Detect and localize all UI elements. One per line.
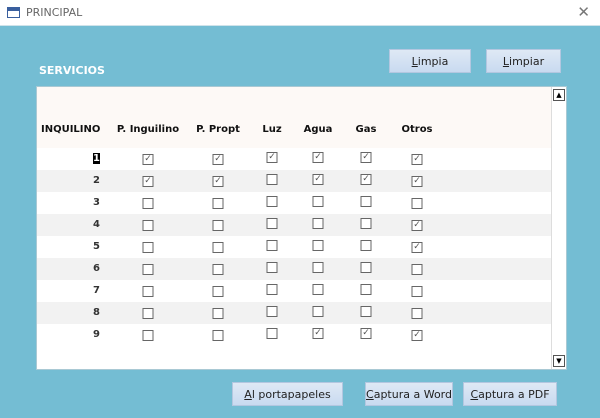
checkbox-agua[interactable]	[312, 284, 324, 295]
column-header: Gas	[355, 124, 377, 135]
checkbox-p-propt[interactable]	[212, 242, 224, 253]
inquilino-id[interactable]: 1	[93, 153, 100, 164]
table-row: 8	[37, 302, 552, 324]
inquilino-id[interactable]: 7	[93, 285, 100, 296]
scroll-down-icon[interactable]: ▼	[553, 355, 565, 367]
checkbox-luz[interactable]	[266, 196, 278, 207]
table-row: 3	[37, 192, 552, 214]
table-row: 5 ✓	[37, 236, 552, 258]
inquilino-id[interactable]: 8	[93, 307, 100, 318]
checkbox-gas[interactable]	[360, 306, 372, 317]
checkbox-p-propt[interactable]: ✓	[212, 176, 224, 187]
window-title: PRINCIPAL	[26, 6, 83, 19]
checkbox-agua[interactable]	[312, 262, 324, 273]
checkbox-agua[interactable]	[312, 218, 324, 229]
checkbox-agua[interactable]	[312, 240, 324, 251]
checkbox-gas[interactable]	[360, 262, 372, 273]
inquilino-id[interactable]: 3	[93, 197, 100, 208]
checkbox-p-inguilino[interactable]	[142, 264, 154, 275]
table-row: 2 ✓ ✓ ✓ ✓ ✓	[37, 170, 552, 192]
checkbox-luz[interactable]	[266, 262, 278, 273]
checkbox-p-inguilino[interactable]	[142, 286, 154, 297]
checkbox-otros[interactable]: ✓	[411, 220, 423, 231]
limpia-button[interactable]: Limpia	[389, 49, 471, 73]
checkbox-otros[interactable]: ✓	[411, 242, 423, 253]
column-header: P. Propt	[196, 124, 240, 135]
checkbox-p-inguilino[interactable]	[142, 220, 154, 231]
scroll-up-icon[interactable]: ▲	[553, 89, 565, 101]
checkbox-agua[interactable]: ✓	[312, 174, 324, 185]
checkbox-luz[interactable]: ✓	[266, 152, 278, 163]
checkbox-luz[interactable]	[266, 240, 278, 251]
checkbox-p-propt[interactable]	[212, 308, 224, 319]
checkbox-p-propt[interactable]: ✓	[212, 154, 224, 165]
checkbox-p-inguilino[interactable]	[142, 198, 154, 209]
checkbox-otros[interactable]	[411, 308, 423, 319]
inquilino-id[interactable]: 9	[93, 329, 100, 340]
checkbox-luz[interactable]	[266, 306, 278, 317]
checkbox-gas[interactable]: ✓	[360, 328, 372, 339]
checkbox-otros[interactable]	[411, 264, 423, 275]
checkbox-gas[interactable]: ✓	[360, 174, 372, 185]
capture-pdf-button[interactable]: Captura a PDF	[463, 382, 557, 406]
checkbox-p-propt[interactable]	[212, 330, 224, 341]
checkbox-p-propt[interactable]	[212, 198, 224, 209]
checkbox-gas[interactable]: ✓	[360, 152, 372, 163]
table-row: 4 ✓	[37, 214, 552, 236]
inquilino-id[interactable]: 5	[93, 241, 100, 252]
checkbox-otros[interactable]: ✓	[411, 154, 423, 165]
pdf-label: Captura a PDF	[470, 387, 550, 401]
checkbox-p-propt[interactable]	[212, 286, 224, 297]
word-label: Captura a Word	[366, 387, 452, 401]
checkbox-otros[interactable]: ✓	[411, 330, 423, 341]
column-header: Agua	[303, 124, 333, 135]
checkbox-gas[interactable]	[360, 196, 372, 207]
checkbox-agua[interactable]: ✓	[312, 152, 324, 163]
inquilino-id[interactable]: 6	[93, 263, 100, 274]
inquilino-id[interactable]: 2	[93, 175, 100, 186]
copy-to-clipboard-button[interactable]: Al portapapeles	[232, 382, 343, 406]
checkbox-p-inguilino[interactable]: ✓	[142, 176, 154, 187]
checkbox-luz[interactable]	[266, 328, 278, 339]
title-bar: PRINCIPAL ✕	[0, 0, 600, 26]
grid-header: INQUILINO P. Inguilino P. Propt Luz Agua Gas O…	[37, 87, 552, 148]
checkbox-gas[interactable]	[360, 240, 372, 251]
checkbox-luz[interactable]	[266, 218, 278, 229]
inquilino-id[interactable]: 4	[93, 219, 100, 230]
capture-word-button[interactable]: Captura a Word	[365, 382, 453, 406]
column-header: Otros	[401, 124, 433, 135]
checkbox-p-inguilino[interactable]: ✓	[142, 154, 154, 165]
limpiar-button[interactable]: Limpiar	[486, 49, 561, 73]
checkbox-p-propt[interactable]	[212, 264, 224, 275]
table-row: 6	[37, 258, 552, 280]
checkbox-luz[interactable]	[266, 174, 278, 185]
vertical-scrollbar[interactable]: ▲ ▼	[551, 87, 566, 369]
close-icon[interactable]: ✕	[577, 3, 590, 21]
checkbox-luz[interactable]	[266, 284, 278, 295]
checkbox-otros[interactable]: ✓	[411, 176, 423, 187]
table-row: 7	[37, 280, 552, 302]
checkbox-otros[interactable]	[411, 286, 423, 297]
checkbox-p-inguilino[interactable]	[142, 308, 154, 319]
column-header: P. Inguilino	[116, 124, 180, 135]
table-row: 9 ✓ ✓ ✓	[37, 324, 552, 346]
clipboard-label: Al portapapeles	[244, 387, 331, 401]
checkbox-gas[interactable]	[360, 284, 372, 295]
checkbox-p-propt[interactable]	[212, 220, 224, 231]
section-label: SERVICIOS	[39, 64, 105, 77]
services-grid: INQUILINO P. Inguilino P. Propt Luz Agua Gas O…	[36, 86, 567, 370]
checkbox-agua[interactable]	[312, 306, 324, 317]
limpiar-label: Limpiar	[502, 54, 545, 68]
checkbox-agua[interactable]: ✓	[312, 328, 324, 339]
limpia-label: Limpia	[411, 54, 449, 68]
form-icon	[7, 7, 20, 18]
column-header: Luz	[262, 124, 282, 135]
table-row: 1 ✓ ✓ ✓ ✓ ✓ ✓	[37, 148, 552, 170]
checkbox-otros[interactable]	[411, 198, 423, 209]
checkbox-gas[interactable]	[360, 218, 372, 229]
checkbox-agua[interactable]	[312, 196, 324, 207]
column-header: INQUILINO	[41, 124, 101, 135]
checkbox-p-inguilino[interactable]	[142, 330, 154, 341]
checkbox-p-inguilino[interactable]	[142, 242, 154, 253]
